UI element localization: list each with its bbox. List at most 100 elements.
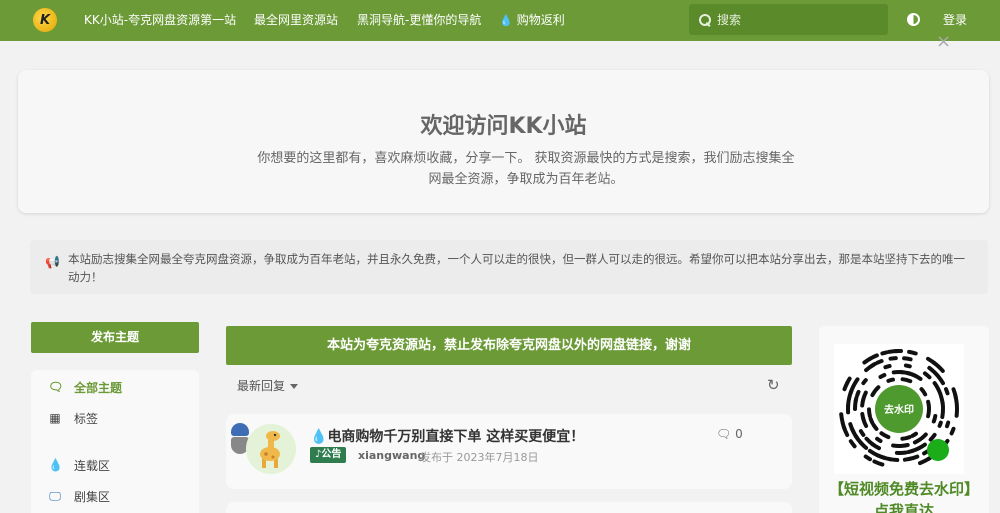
theme-toggle-icon[interactable] — [907, 13, 920, 26]
qr-code-module — [879, 431, 891, 440]
sidebar-item-label: 剧集区 — [74, 489, 111, 504]
qr-code-module — [944, 387, 950, 396]
qr-code-module — [945, 420, 951, 429]
qr-code-module — [928, 432, 937, 442]
sidebar-item-tags[interactable]: ▦ 标签 — [48, 408, 98, 428]
promo-link[interactable]: 点我直达 — [819, 500, 989, 513]
qr-code-module — [851, 377, 860, 388]
monitor-icon: 🖵 — [49, 488, 61, 503]
publish-topic-button[interactable]: 发布主题 — [31, 322, 199, 353]
qr-code-module — [949, 426, 956, 436]
sidebar-item-series[interactable]: 🖵 剧集区 — [48, 486, 110, 506]
qr-code-module — [932, 370, 941, 379]
qr-code-module — [861, 390, 868, 401]
comment-count-value: 0 — [735, 427, 743, 441]
chevron-down-icon — [290, 384, 299, 389]
qr-code-module — [875, 359, 884, 365]
qr-code-module — [910, 431, 918, 438]
qr-code[interactable]: 去水印 — [834, 344, 964, 474]
qr-code-module — [867, 448, 880, 458]
nav-link-shopping-rebate[interactable]: 💧 购物返利 — [499, 0, 565, 41]
sort-label: 最新回复 — [237, 379, 286, 393]
qr-code-module — [919, 387, 928, 397]
topic-title[interactable]: 💧电商购物千万别直接下单 这样买更便宜！ — [310, 426, 584, 446]
search-icon — [699, 13, 711, 26]
fire-icon: 💧 — [499, 14, 513, 27]
welcome-card: 欢迎访问KK小站 你想要的这里都有，喜欢麻烦收藏，分享一下。 获取资源最快的方式… — [18, 70, 989, 213]
sidebar-item-label: 连载区 — [74, 458, 111, 473]
qr-code-module — [875, 436, 883, 443]
nav-link-kk-site[interactable]: KK小站-夸克网盘资源第一站 — [84, 0, 236, 41]
top-navbar: K KK小站-夸克网盘资源第一站 最全网里资源站 黑洞导航-更懂你的导航 💧 购物… — [0, 0, 1000, 41]
sidebar-item-label: 标签 — [74, 411, 99, 426]
qr-code-module — [906, 448, 915, 454]
sort-dropdown[interactable]: 最新回复 — [237, 377, 299, 394]
sidebar-item-all-topics[interactable]: 🗨 全部主题 — [48, 377, 122, 397]
qr-code-module — [845, 376, 852, 385]
qr-code-module — [937, 420, 943, 428]
topic-author[interactable]: xiangwang — [358, 449, 425, 462]
qr-code-module — [878, 373, 887, 379]
close-icon[interactable]: × — [936, 31, 951, 52]
qr-code-module — [868, 416, 875, 425]
qr-code-module — [937, 375, 945, 386]
announcement-tag[interactable]: ♪公告 — [310, 447, 347, 463]
qr-code-module — [926, 407, 931, 419]
rules-banner: 本站为夸克资源站，禁止发布除夸克网盘以外的网盘链接，谢谢 — [226, 326, 792, 365]
qr-code-module — [871, 422, 879, 431]
qr-code-module — [870, 385, 881, 398]
logo-letter: K — [39, 12, 51, 28]
fire-icon: 💧 — [310, 429, 328, 445]
topic-time: 发布于 2023年7月18日 — [420, 451, 539, 464]
comment-count: 🗨 0 — [716, 427, 743, 441]
qr-code-module — [902, 456, 913, 462]
qr-code-module — [936, 387, 943, 397]
qr-code-module — [860, 412, 866, 422]
qr-code-module — [936, 364, 945, 373]
topic-title-text: 电商购物千万别直接下单 这样买更便宜！ — [327, 429, 585, 445]
qr-code-graphic: 去水印 — [839, 348, 959, 467]
qr-code-module — [880, 350, 889, 356]
qr-code-module — [940, 407, 946, 419]
qr-code-module — [883, 364, 892, 370]
announcement-bar: 📢 本站励志搜集全网最全夸克网盘资源，争取成为百年老站，并且永久免费，一个人可以… — [30, 240, 988, 294]
qr-code-module — [863, 454, 872, 462]
promo-caption[interactable]: 【短视频免费去水印】 — [819, 478, 989, 499]
qr-code-module — [912, 437, 923, 445]
qr-code-module — [858, 429, 866, 437]
qr-code-module — [855, 389, 861, 398]
mini-program-icon — [927, 439, 949, 461]
avatar[interactable] — [246, 424, 296, 474]
qr-code-module — [848, 422, 856, 434]
qr-code-module — [922, 371, 932, 380]
site-logo[interactable]: K — [33, 8, 57, 32]
megaphone-icon: 📢 — [45, 255, 60, 269]
chat-icon: 🗨 — [48, 380, 64, 394]
qr-code-module — [891, 443, 903, 449]
qr-code-module — [853, 395, 859, 405]
search-box[interactable] — [689, 4, 888, 35]
qr-code-module — [900, 377, 913, 384]
tag-label: 公告 — [321, 449, 342, 460]
welcome-description: 你想要的这里都有，喜欢麻烦收藏，分享一下。 获取资源最快的方式是搜索，我们励志搜… — [257, 151, 795, 187]
nav-link-resource-site[interactable]: 最全网里资源站 — [254, 0, 338, 41]
comment-icon: 🗨 — [716, 427, 732, 441]
qr-code-module — [918, 457, 930, 466]
nav-link-blackhole-nav[interactable]: 黑洞导航-更懂你的导航 — [357, 0, 481, 41]
welcome-title: 欢迎访问KK小站 — [420, 114, 587, 139]
qr-code-module — [900, 435, 912, 441]
refresh-icon[interactable]: ↻ — [767, 376, 780, 394]
sidebar-item-serial[interactable]: 💧 连载区 — [48, 455, 110, 475]
qr-code-module — [867, 407, 872, 419]
qr-code-module — [940, 400, 945, 410]
search-input[interactable] — [717, 12, 877, 27]
announcement-text: 本站励志搜集全网最全夸克网盘资源，争取成为百年老站，并且永久免费，一个人可以走的… — [68, 252, 965, 284]
qr-code-module — [861, 378, 868, 386]
qr-code-module — [848, 439, 857, 449]
qr-code-module — [902, 356, 913, 362]
topic-list-item[interactable] — [226, 502, 792, 513]
qr-code-module — [926, 399, 931, 410]
qr-code-module — [839, 412, 845, 425]
qr-code-module — [927, 365, 935, 373]
qr-code-module — [869, 361, 878, 368]
